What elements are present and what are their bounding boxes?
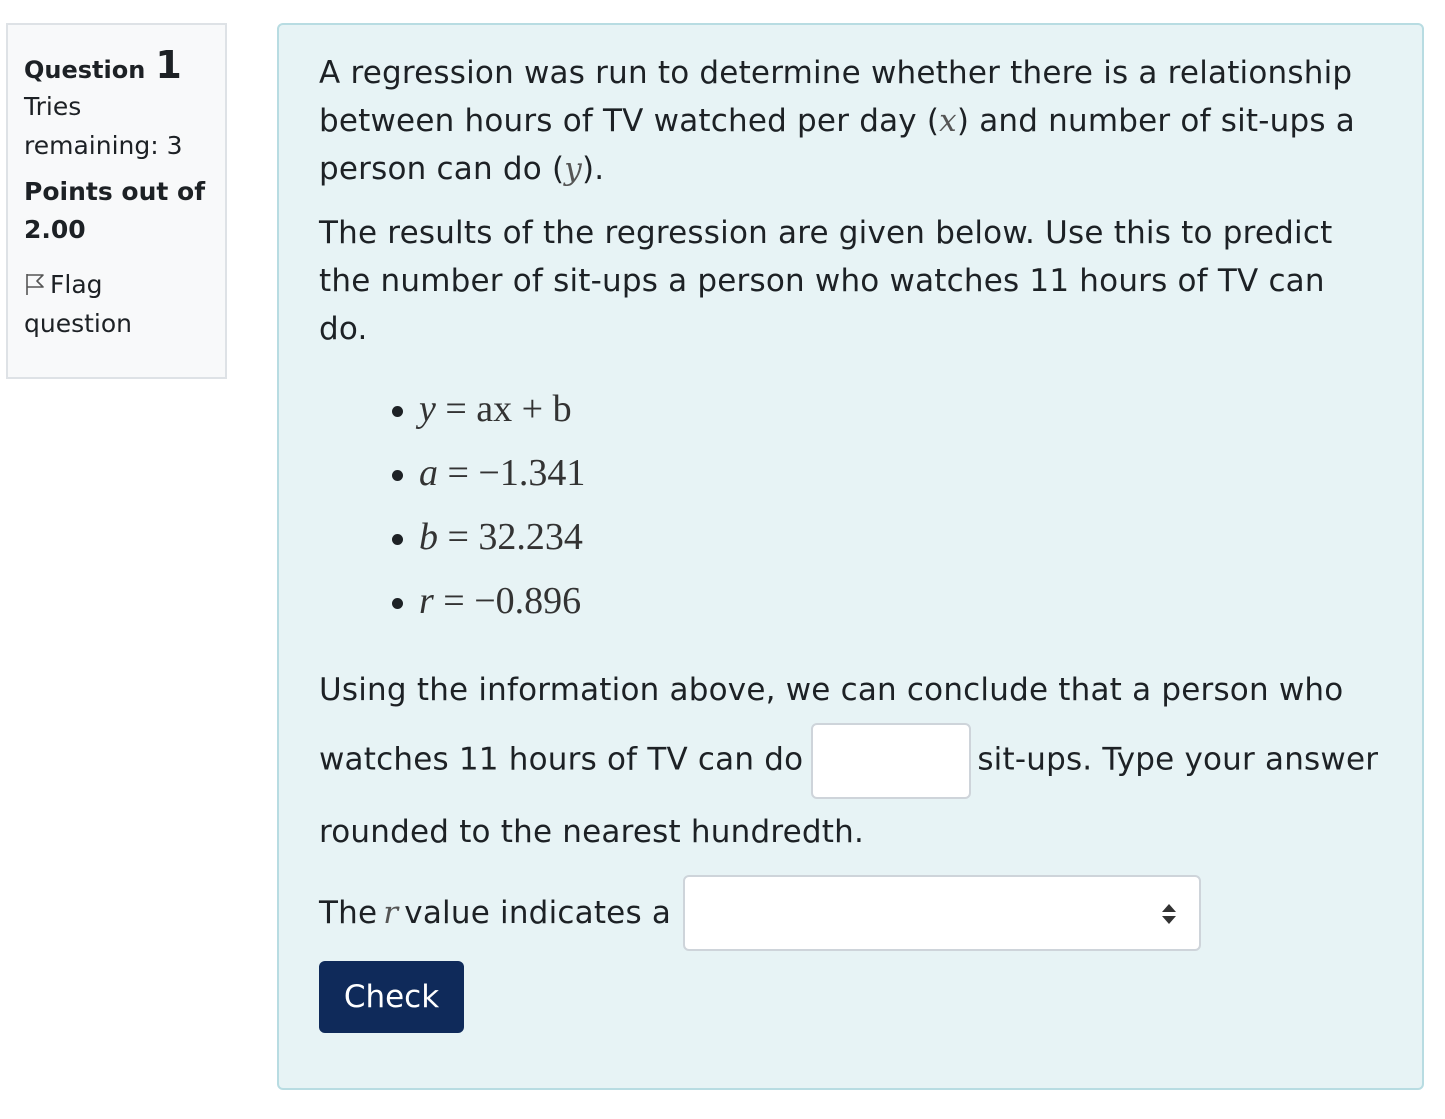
equation-lhs: a: [419, 452, 438, 494]
points-label: Points out of 2.00: [24, 177, 206, 244]
regression-results-list: y = ax + b a = −1.341 b = 32.234 r = −0.…: [319, 377, 1382, 633]
r-text-1: The: [319, 895, 378, 931]
question-heading: Question 1: [24, 43, 217, 87]
equation-rhs: = ax + b: [445, 388, 572, 430]
answer-sentence: Using the information above, we can conc…: [319, 657, 1382, 865]
flag-icon: [26, 274, 44, 295]
equation-lhs: y: [419, 388, 436, 430]
intercept-b-item: b = 32.234: [389, 505, 1382, 569]
tries-remaining: Tries remaining: 3: [24, 92, 183, 160]
r-interpretation-select[interactable]: [683, 875, 1202, 951]
variable-x: x: [939, 103, 957, 139]
check-button[interactable]: Check: [319, 961, 464, 1033]
correlation-r-item: r = −0.896: [389, 569, 1382, 633]
question-word: Question: [24, 56, 146, 84]
intro-text-3: ).: [581, 151, 605, 187]
equation-lhs: r: [419, 580, 434, 622]
equation-item: y = ax + b: [389, 377, 1382, 441]
equation-lhs: b: [419, 516, 438, 558]
r-text-2: value indicates a: [404, 895, 672, 931]
question-info-panel: Question 1 Tries remaining: 3 Points out …: [6, 23, 227, 379]
variable-r: r: [383, 895, 399, 931]
question-content-panel: A regression was run to determine whethe…: [277, 23, 1424, 1090]
select-arrows-icon: [1162, 904, 1177, 924]
flag-question-link[interactable]: Flag question: [24, 265, 217, 343]
question-intro: A regression was run to determine whethe…: [319, 49, 1382, 193]
equation-rhs: = −1.341: [447, 452, 586, 494]
variable-y: y: [564, 151, 582, 187]
results-text: The results of the regression are given …: [319, 215, 1333, 347]
equation-rhs: = −0.896: [443, 580, 582, 622]
r-value-sentence: The r value indicates a: [319, 875, 1382, 951]
question-number: 1: [155, 43, 182, 87]
equation-rhs: = 32.234: [447, 516, 583, 558]
coefficient-a-item: a = −1.341: [389, 441, 1382, 505]
situps-answer-input[interactable]: [811, 723, 972, 799]
